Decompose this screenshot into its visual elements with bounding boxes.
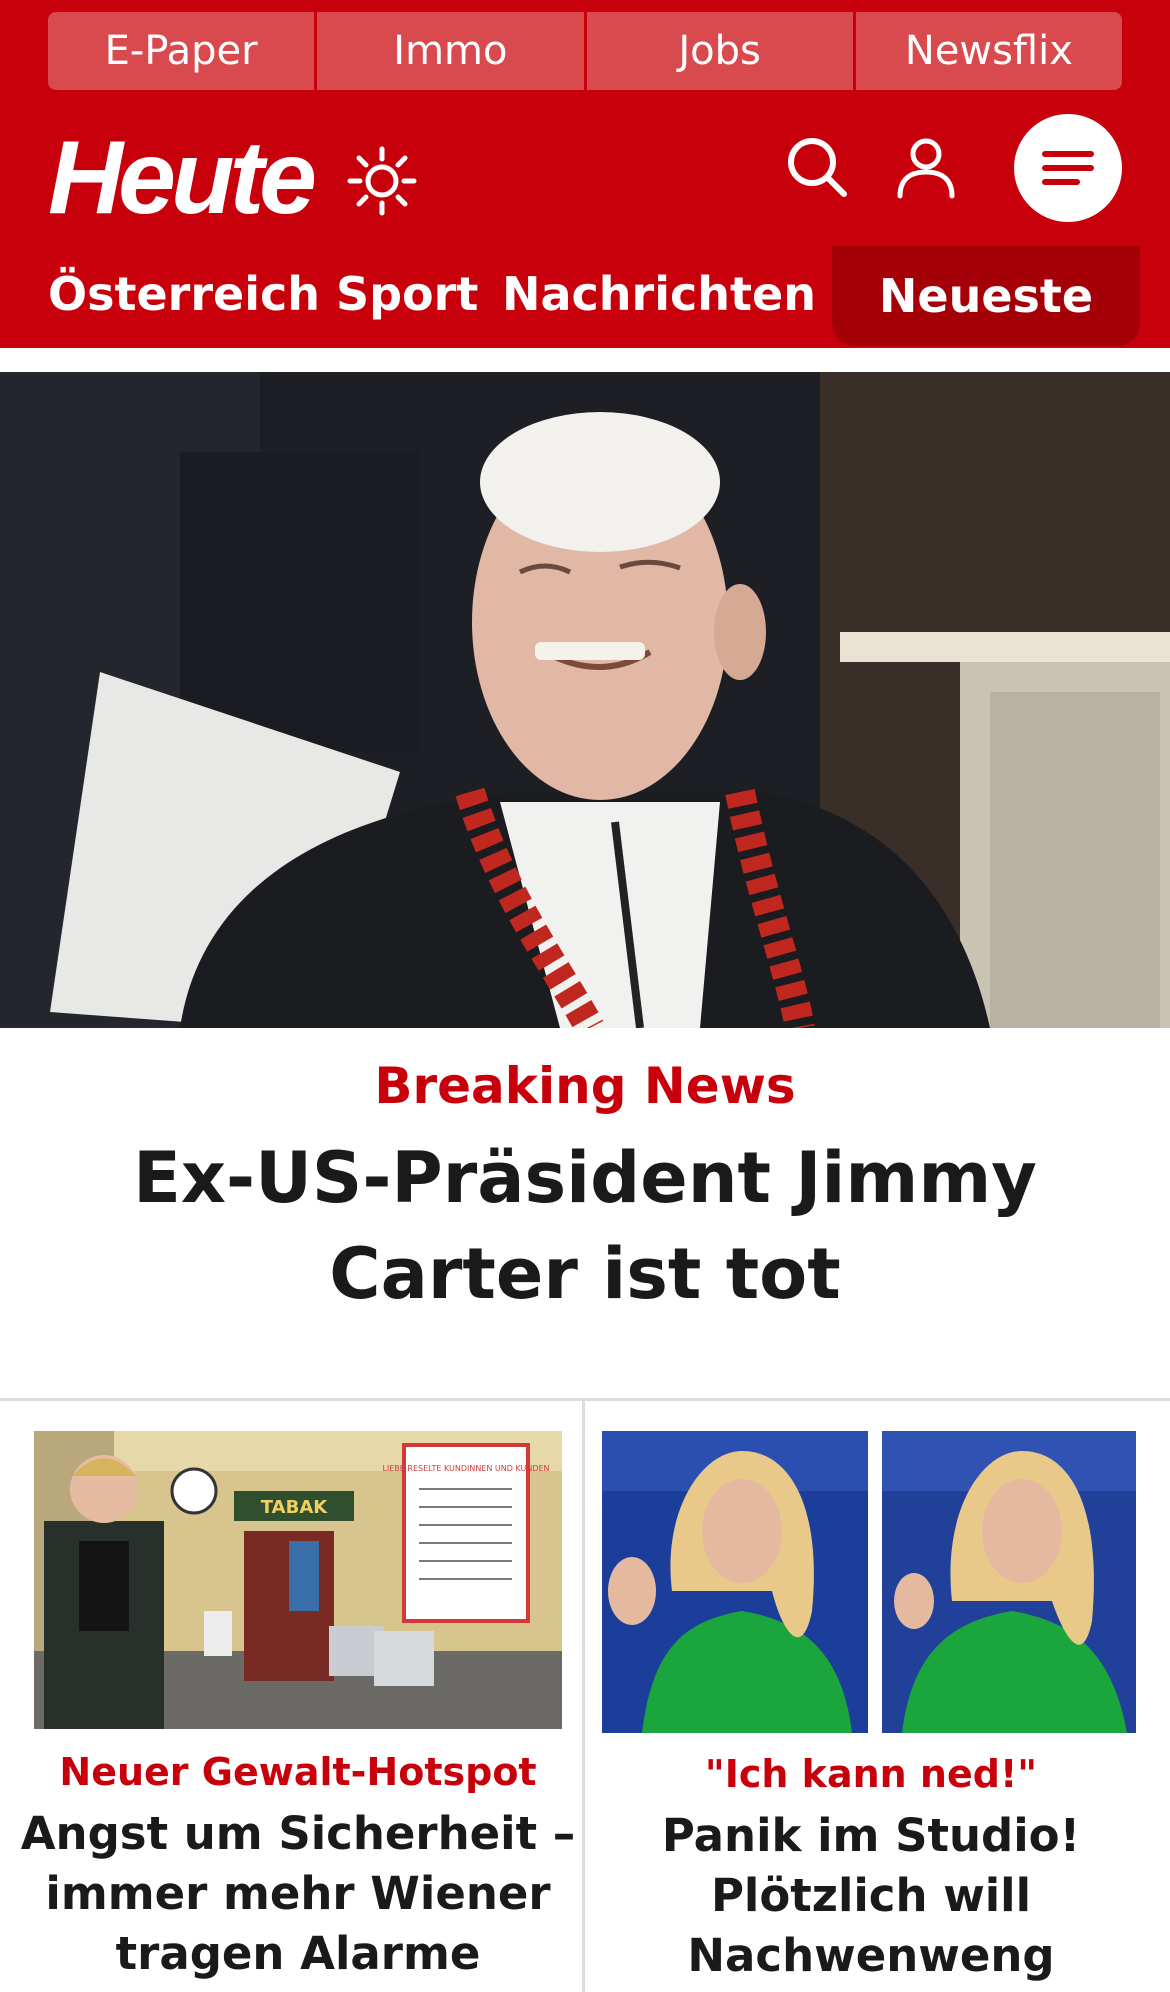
sun-icon[interactable]: [346, 145, 418, 217]
search-icon[interactable]: [786, 136, 850, 200]
hero-headline[interactable]: Ex-US-Präsident Jimmy Carter ist tot: [30, 1130, 1140, 1322]
user-icon[interactable]: [894, 136, 958, 200]
site-header: E-Paper Immo Jobs Newsflix Heute Österre…: [0, 0, 1170, 348]
menu-button[interactable]: [1014, 114, 1122, 222]
section-divider: [0, 1398, 1170, 1401]
nav-item-oesterreich[interactable]: Österreich: [48, 266, 320, 322]
hero-kicker: Breaking News: [374, 1057, 796, 1115]
column-divider: [582, 1400, 585, 1992]
hero-image[interactable]: [0, 372, 1170, 1028]
teaser-image-studio[interactable]: [602, 1431, 1136, 1733]
teaser-kicker: "Ich kann ned!": [704, 1752, 1038, 1796]
top-links-bar: E-Paper Immo Jobs Newsflix: [48, 12, 1122, 90]
teaser-headline[interactable]: Panik im Studio! Plötzlich will Nachwenw…: [596, 1806, 1146, 1992]
top-link-epaper[interactable]: E-Paper: [48, 12, 318, 90]
nav-item-neueste[interactable]: Neueste: [832, 246, 1140, 346]
top-link-newsflix[interactable]: Newsflix: [855, 12, 1122, 90]
svg-text:LIEBE RESELTE KUNDINNEN UND KU: LIEBE RESELTE KUNDINNEN UND KUNDEN: [382, 1464, 549, 1473]
teaser-headline[interactable]: Angst um Sicherheit – immer mehr Wiener …: [20, 1804, 576, 1984]
menu-icon: [1042, 151, 1094, 185]
teaser-kicker: Neuer Gewalt-Hotspot: [59, 1750, 537, 1794]
nav-item-sport[interactable]: Sport: [336, 266, 478, 322]
main-nav: Österreich Sport Nachrichten Neueste: [0, 246, 1170, 348]
teaser-image-tabak[interactable]: TABAK LIEBE RESELTE KUNDINNEN UND KUNDEN: [34, 1431, 562, 1729]
top-link-immo[interactable]: Immo: [317, 12, 587, 90]
site-logo[interactable]: Heute: [48, 118, 317, 238]
top-link-jobs[interactable]: Jobs: [586, 12, 856, 90]
nav-item-nachrichten[interactable]: Nachrichten: [502, 266, 816, 322]
svg-text:TABAK: TABAK: [261, 1497, 328, 1518]
